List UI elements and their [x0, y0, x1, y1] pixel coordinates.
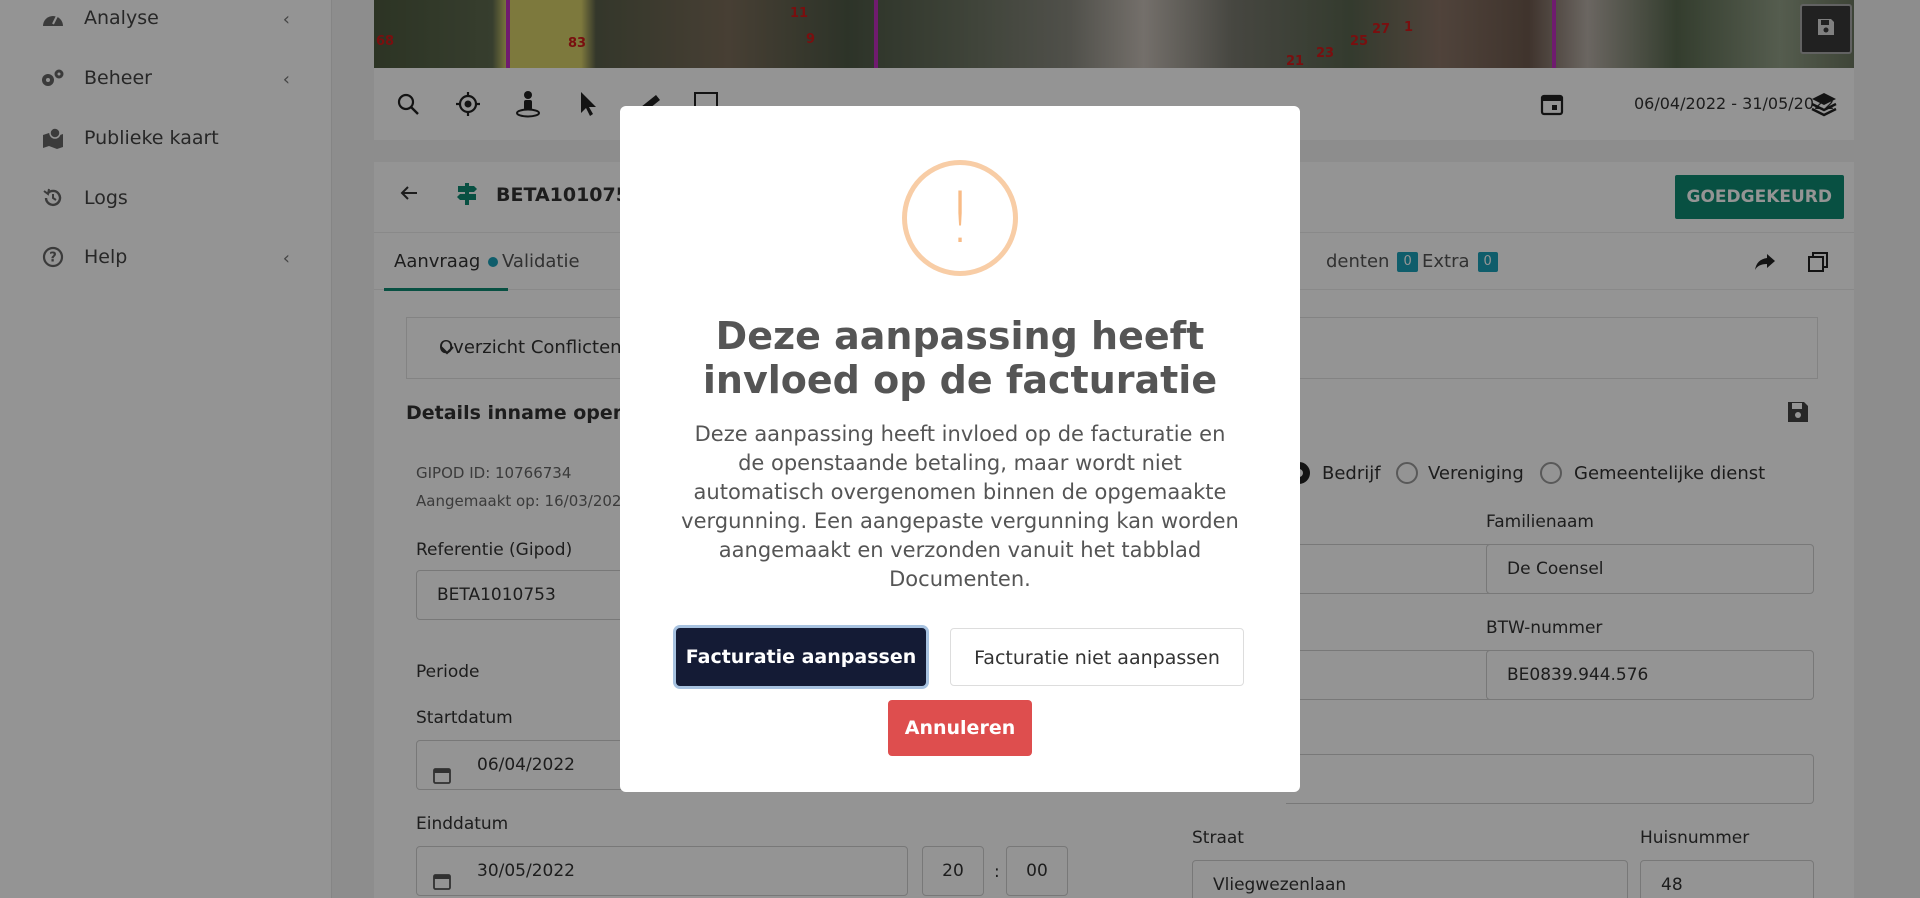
cancel-button[interactable]: Annuleren — [888, 700, 1032, 756]
dialog-title: Deze aanpassing heeft invloed op de fact… — [702, 314, 1218, 402]
dialog-message: Deze aanpassing heeft invloed op de fact… — [681, 422, 1239, 591]
warning-icon: ! — [902, 160, 1018, 276]
warning-glyph: ! — [945, 177, 975, 259]
confirm-dialog: ! Deze aanpassing heeft invloed op de fa… — [620, 106, 1300, 792]
keep-invoicing-button[interactable]: Facturatie niet aanpassen — [950, 628, 1244, 686]
adjust-invoicing-button[interactable]: Facturatie aanpassen — [676, 628, 926, 686]
